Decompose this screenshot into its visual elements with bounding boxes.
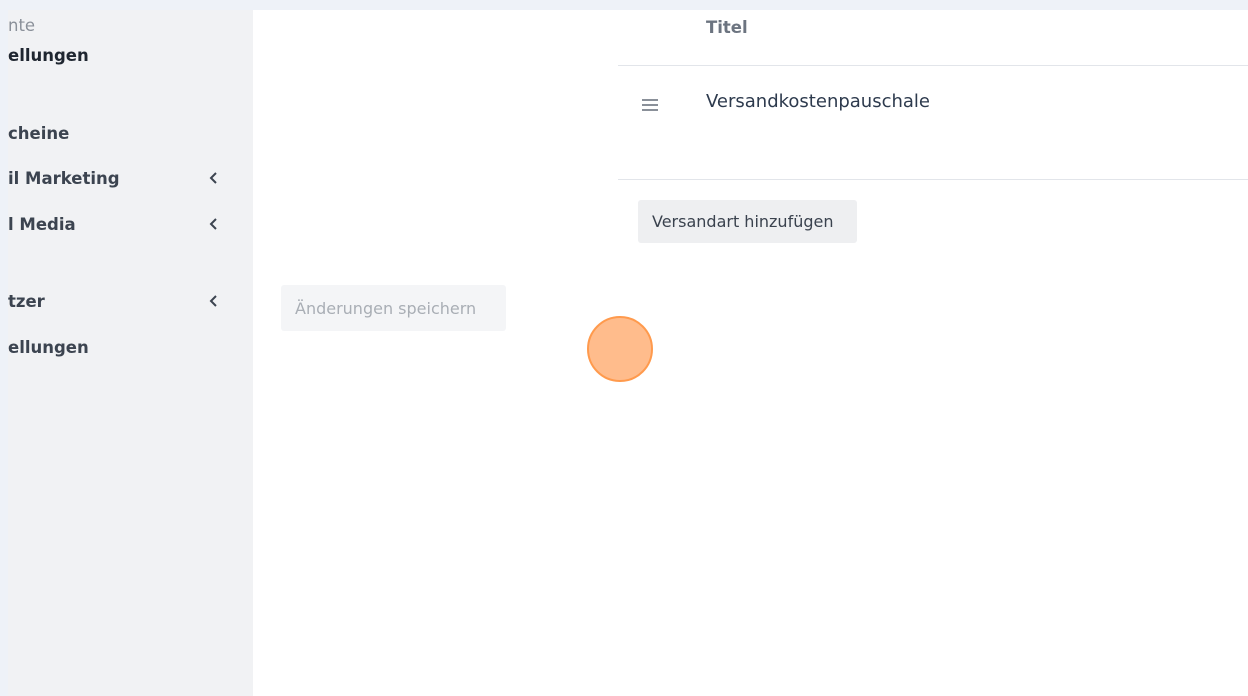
sidebar-item-label: tzer — [8, 291, 45, 311]
add-shipping-method-button[interactable]: Versandart hinzufügen — [638, 200, 857, 243]
sidebar-item-einstellungen-active[interactable]: ellungen — [8, 40, 253, 70]
sidebar-item-gutscheine[interactable]: cheine — [8, 118, 253, 148]
sidebar: nte ellungen cheine il Marketing l Media… — [8, 10, 253, 696]
table-divider — [618, 65, 1248, 66]
click-indicator — [587, 316, 653, 382]
main-content: Titel Versandkostenpauschale Versandart … — [253, 10, 1248, 696]
save-changes-button[interactable]: Änderungen speichern — [281, 285, 506, 331]
chevron-left-icon — [206, 217, 220, 231]
sidebar-item-email-marketing[interactable]: il Marketing — [8, 163, 253, 193]
sidebar-item-label: l Media — [8, 214, 76, 234]
shipping-method-title[interactable]: Versandkostenpauschale — [706, 91, 930, 112]
sidebar-item-label: ellungen — [8, 337, 89, 357]
sidebar-item-label: cheine — [8, 123, 70, 143]
drag-handle-icon[interactable] — [642, 96, 660, 112]
chevron-left-icon — [206, 294, 220, 308]
column-header-title: Titel — [706, 18, 748, 37]
sidebar-item-label: nte — [8, 15, 36, 35]
sidebar-item-social-media[interactable]: l Media — [8, 209, 253, 239]
table-divider — [618, 179, 1248, 180]
sidebar-item-nte[interactable]: nte — [8, 10, 253, 40]
chevron-left-icon — [206, 171, 220, 185]
sidebar-item-label: il Marketing — [8, 168, 120, 188]
sidebar-item-label: ellungen — [8, 45, 89, 65]
sidebar-item-benutzer[interactable]: tzer — [8, 286, 253, 316]
sidebar-item-einstellungen[interactable]: ellungen — [8, 332, 253, 362]
